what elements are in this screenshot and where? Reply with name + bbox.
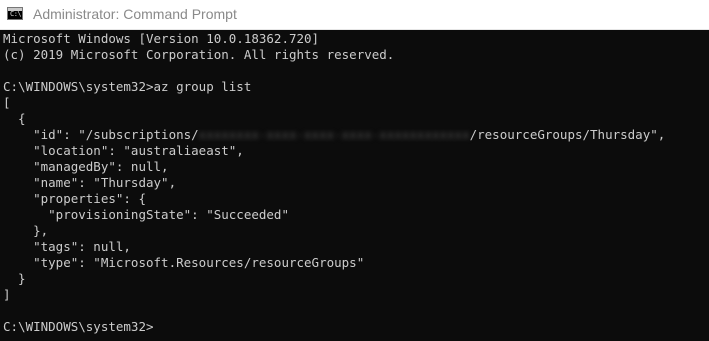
id-prefix: "id": "/subscriptions/: [3, 127, 199, 142]
current-prompt-line[interactable]: C:\WINDOWS\system32>: [3, 319, 706, 335]
json-location-line: "location": "australiaeast",: [3, 143, 244, 158]
banner-version-line: Microsoft Windows [Version 10.0.18362.72…: [3, 31, 320, 46]
command-prompt-window: C:\ Administrator: Command Prompt Micros…: [0, 0, 709, 341]
json-open-bracket: [: [3, 95, 11, 110]
window-title: Administrator: Command Prompt: [33, 6, 237, 22]
json-provisioning-state-line: "provisioningState": "Succeeded": [3, 207, 289, 222]
json-close-bracket: ]: [3, 287, 11, 302]
json-type-line: "type": "Microsoft.Resources/resourceGro…: [3, 255, 365, 270]
json-tags-line: "tags": null,: [3, 239, 131, 254]
current-prompt-path: C:\WINDOWS\system32>: [3, 319, 154, 334]
masked-subscription-id: xxxxxxxx-xxxx-xxxx-xxxx-xxxxxxxxxxxx: [198, 127, 470, 142]
json-properties-close: },: [3, 223, 49, 238]
json-open-brace: {: [3, 111, 26, 126]
banner-copyright-line: (c) 2019 Microsoft Corporation. All righ…: [3, 47, 395, 62]
command-line: C:\WINDOWS\system32>az group list: [3, 79, 706, 95]
id-suffix: /resourceGroups/Thursday",: [469, 127, 666, 142]
json-close-brace: }: [3, 271, 26, 286]
console-output[interactable]: Microsoft Windows [Version 10.0.18362.72…: [3, 31, 706, 337]
command-text: az group list: [153, 79, 252, 94]
prompt-path: C:\WINDOWS\system32>: [3, 79, 154, 94]
json-managed-by-line: "managedBy": null,: [3, 159, 169, 174]
json-id-line: "id": "/subscriptions/xxxxxxxx-xxxx-xxxx…: [3, 127, 706, 143]
title-bar[interactable]: C:\ Administrator: Command Prompt: [0, 0, 709, 30]
cmd-icon[interactable]: C:\: [7, 7, 23, 20]
json-name-line: "name": "Thursday",: [3, 175, 177, 190]
json-properties-open: "properties": {: [3, 191, 146, 206]
